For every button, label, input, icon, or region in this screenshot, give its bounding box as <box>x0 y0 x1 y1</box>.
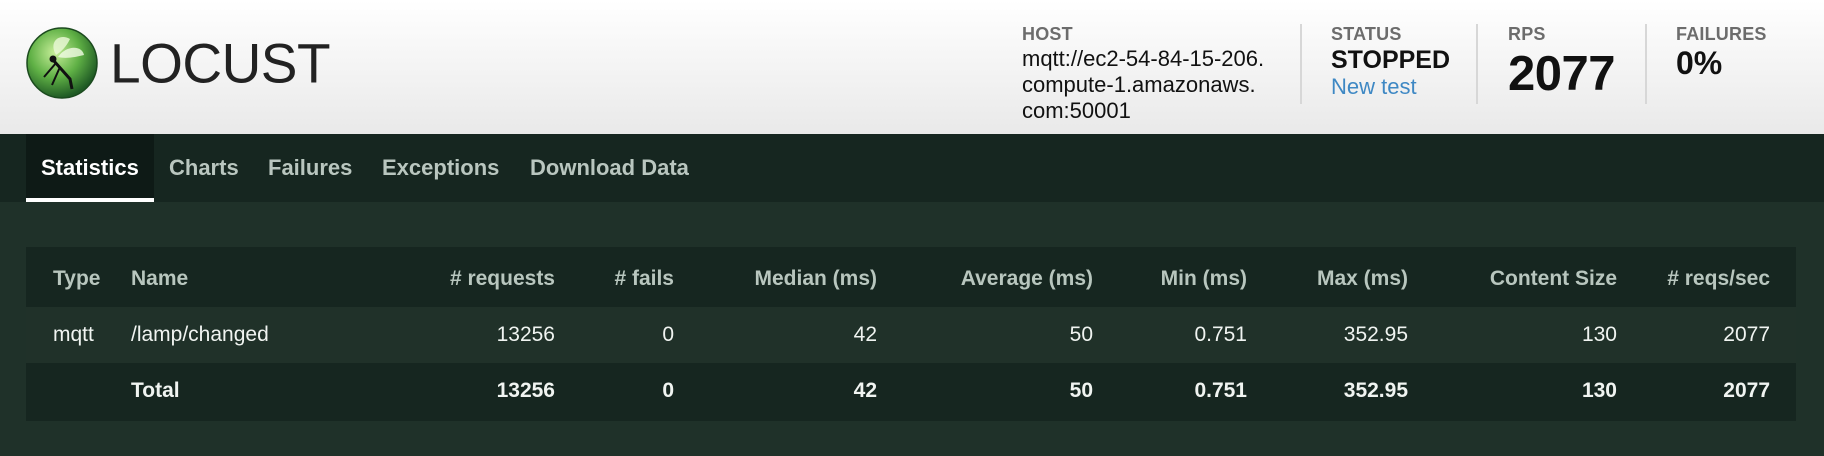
locust-logo-icon <box>26 27 98 99</box>
cell-content-size: 130 <box>1408 307 1617 363</box>
divider <box>1300 24 1302 104</box>
divider <box>1476 24 1478 104</box>
status-stat: STATUS STOPPED New test <box>1331 24 1450 100</box>
cell-content-size: 130 <box>1581 379 1617 402</box>
new-test-link[interactable]: New test <box>1331 74 1450 100</box>
cell-requests: 13256 <box>331 307 555 363</box>
column-header[interactable]: # fails <box>555 247 674 307</box>
cell-average: 50 <box>877 307 1093 363</box>
cell-name: /lamp/changed <box>131 307 331 363</box>
column-header[interactable]: Min (ms) <box>1093 247 1247 307</box>
cell-average: 50 <box>1069 379 1093 402</box>
cell-type <box>26 363 131 419</box>
divider <box>1645 24 1647 104</box>
cell-fails: 0 <box>662 379 674 402</box>
host-value: mqtt://ec2-54-84-15-206.compute-1.amazon… <box>1022 46 1265 123</box>
column-header[interactable]: Type <box>26 247 131 307</box>
table-total-row: Total 13256 0 42 50 0.751 352.95 130 207… <box>26 363 1796 419</box>
cell-max: 352.95 <box>1247 307 1408 363</box>
rps-label: RPS <box>1508 24 1546 44</box>
cell-fails: 0 <box>555 307 674 363</box>
failures-label: FAILURES <box>1676 24 1767 44</box>
cell-median: 42 <box>853 379 877 402</box>
failures-value: 0% <box>1676 45 1723 81</box>
failures-stat: FAILURES 0% <box>1676 24 1767 80</box>
tab-exceptions[interactable]: Exceptions <box>382 134 499 202</box>
cell-name: Total <box>131 379 180 402</box>
column-header[interactable]: Content Size <box>1408 247 1617 307</box>
table-header-row: Type Name # requests # fails Median (ms)… <box>26 247 1796 307</box>
column-header[interactable]: Median (ms) <box>674 247 877 307</box>
cell-requests: 13256 <box>496 379 555 402</box>
column-header[interactable]: # requests <box>331 247 555 307</box>
status-value: STOPPED <box>1331 46 1451 74</box>
rps-stat: RPS 2077 <box>1508 24 1616 101</box>
cell-min: 0.751 <box>1093 307 1247 363</box>
cell-reqs-per-sec: 2077 <box>1617 307 1796 363</box>
column-header[interactable]: Name <box>131 247 331 307</box>
cell-reqs-per-sec: 2077 <box>1723 379 1770 402</box>
logo[interactable]: LOCUST <box>26 27 331 99</box>
nav-tabs: Statistics Charts Failures Exceptions Do… <box>0 134 1824 202</box>
column-header[interactable]: Average (ms) <box>877 247 1093 307</box>
status-label: STATUS <box>1331 24 1402 44</box>
cell-max: 352.95 <box>1343 379 1408 402</box>
cell-min: 0.751 <box>1194 379 1247 402</box>
rps-value: 2077 <box>1508 47 1616 101</box>
logo-text: LOCUST <box>110 30 331 95</box>
tab-failures[interactable]: Failures <box>268 134 352 202</box>
tab-charts[interactable]: Charts <box>169 134 239 202</box>
host-stat: HOST mqtt://ec2-54-84-15-206.compute-1.a… <box>1022 24 1266 124</box>
table-row: mqtt /lamp/changed 13256 0 42 50 0.751 3… <box>26 307 1796 363</box>
cell-type: mqtt <box>26 307 131 363</box>
header: LOCUST HOST mqtt://ec2-54-84-15-206.comp… <box>0 0 1824 134</box>
cell-median: 42 <box>674 307 877 363</box>
host-label: HOST <box>1022 24 1073 44</box>
column-header[interactable]: Max (ms) <box>1247 247 1408 307</box>
column-header[interactable]: # reqs/sec <box>1617 247 1796 307</box>
statistics-table: Type Name # requests # fails Median (ms)… <box>26 247 1796 421</box>
tab-statistics[interactable]: Statistics <box>26 134 154 202</box>
tab-download-data[interactable]: Download Data <box>530 134 689 202</box>
